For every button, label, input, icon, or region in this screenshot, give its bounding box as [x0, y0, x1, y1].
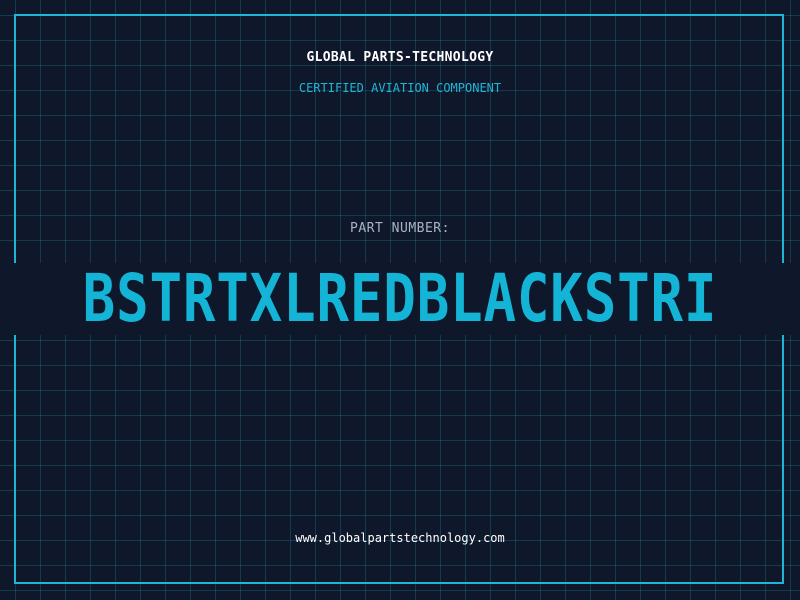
company-name: GLOBAL PARTS-TECHNOLOGY — [306, 50, 494, 65]
certification-subtitle: CERTIFIED AVIATION COMPONENT — [298, 81, 502, 95]
website-url: www.globalpartstechnology.com — [295, 531, 505, 545]
part-number-band: BSTRTXLREDBLACKSTRI — [0, 263, 800, 335]
part-number-label: PART NUMBER: — [350, 221, 450, 236]
part-number-value: BSTRTXLREDBLACKSTRI — [82, 263, 718, 335]
